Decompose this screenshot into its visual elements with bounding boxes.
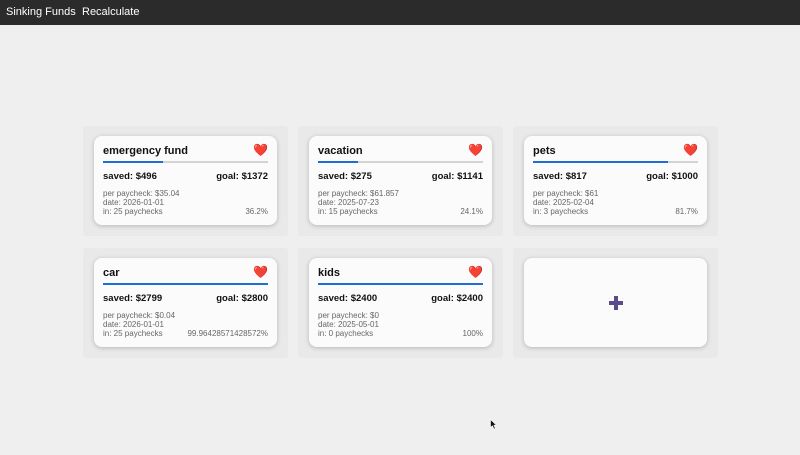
goal-amount: goal: $1000 — [646, 171, 698, 182]
progress-fill — [533, 161, 668, 163]
progress-bar — [103, 161, 268, 163]
fund-cell: emergency fund ❤️ saved: $496 goal: $137… — [83, 126, 288, 236]
plus-icon — [608, 295, 623, 310]
top-navbar: Sinking Funds Recalculate — [0, 0, 800, 25]
goal-amount: goal: $1141 — [431, 171, 483, 182]
heart-icon[interactable]: ❤️ — [468, 265, 483, 279]
target-date: date: 2026-01-01 — [103, 320, 164, 329]
target-date: date: 2025-07-23 — [318, 198, 379, 207]
heart-icon[interactable]: ❤️ — [253, 265, 268, 279]
fund-card-car[interactable]: car ❤️ saved: $2799 goal: $2800 per payc… — [94, 258, 277, 347]
mouse-cursor-icon — [490, 419, 498, 430]
saved-amount: saved: $275 — [318, 171, 372, 182]
percent-complete: 81.7% — [675, 207, 698, 216]
fund-name: pets — [533, 145, 556, 157]
paychecks-remaining: in: 25 paychecks — [103, 329, 163, 338]
heart-icon[interactable]: ❤️ — [683, 143, 698, 157]
fund-card-emergency-fund[interactable]: emergency fund ❤️ saved: $496 goal: $137… — [94, 136, 277, 225]
heart-icon[interactable]: ❤️ — [253, 143, 268, 157]
paychecks-remaining: in: 0 paychecks — [318, 329, 374, 338]
goal-amount: goal: $2400 — [431, 293, 483, 304]
progress-bar — [318, 283, 483, 285]
fund-cell: car ❤️ saved: $2799 goal: $2800 per payc… — [83, 248, 288, 358]
per-paycheck: per paycheck: $0.04 — [103, 311, 176, 320]
per-paycheck: per paycheck: $61.857 — [318, 189, 399, 198]
fund-cell: kids ❤️ saved: $2400 goal: $2400 per pay… — [298, 248, 503, 358]
fund-name: car — [103, 267, 120, 279]
progress-fill — [318, 283, 483, 285]
nav-brand-sinking-funds[interactable]: Sinking Funds — [6, 6, 76, 18]
target-date: date: 2026-01-01 — [103, 198, 164, 207]
saved-amount: saved: $2400 — [318, 293, 378, 304]
paychecks-remaining: in: 3 paychecks — [533, 207, 589, 216]
fund-card-pets[interactable]: pets ❤️ saved: $817 goal: $1000 per payc… — [524, 136, 707, 225]
nav-recalculate-link[interactable]: Recalculate — [82, 6, 139, 18]
funds-grid: emergency fund ❤️ saved: $496 goal: $137… — [83, 126, 718, 358]
add-fund-cell — [513, 248, 718, 358]
target-date: date: 2025-02-04 — [533, 198, 594, 207]
add-fund-button[interactable] — [524, 258, 707, 347]
progress-bar — [533, 161, 698, 163]
progress-fill — [318, 161, 358, 163]
paychecks-remaining: in: 15 paychecks — [318, 207, 378, 216]
per-paycheck: per paycheck: $0 — [318, 311, 379, 320]
heart-icon[interactable]: ❤️ — [468, 143, 483, 157]
per-paycheck: per paycheck: $35.04 — [103, 189, 180, 198]
progress-fill — [103, 283, 268, 285]
fund-name: emergency fund — [103, 145, 188, 157]
saved-amount: saved: $817 — [533, 171, 587, 182]
saved-amount: saved: $2799 — [103, 293, 163, 304]
fund-cell: vacation ❤️ saved: $275 goal: $1141 per … — [298, 126, 503, 236]
percent-complete: 99.96428571428572% — [187, 329, 268, 338]
saved-amount: saved: $496 — [103, 171, 157, 182]
progress-bar — [318, 161, 483, 163]
progress-bar — [103, 283, 268, 285]
paychecks-remaining: in: 25 paychecks — [103, 207, 163, 216]
fund-cell: pets ❤️ saved: $817 goal: $1000 per payc… — [513, 126, 718, 236]
goal-amount: goal: $2800 — [216, 293, 268, 304]
fund-card-vacation[interactable]: vacation ❤️ saved: $275 goal: $1141 per … — [309, 136, 492, 225]
per-paycheck: per paycheck: $61 — [533, 189, 599, 198]
percent-complete: 36.2% — [245, 207, 268, 216]
fund-name: kids — [318, 267, 341, 279]
target-date: date: 2025-05-01 — [318, 320, 379, 329]
fund-card-kids[interactable]: kids ❤️ saved: $2400 goal: $2400 per pay… — [309, 258, 492, 347]
percent-complete: 100% — [462, 329, 483, 338]
goal-amount: goal: $1372 — [216, 171, 268, 182]
progress-fill — [103, 161, 163, 163]
fund-name: vacation — [318, 145, 363, 157]
percent-complete: 24.1% — [460, 207, 483, 216]
